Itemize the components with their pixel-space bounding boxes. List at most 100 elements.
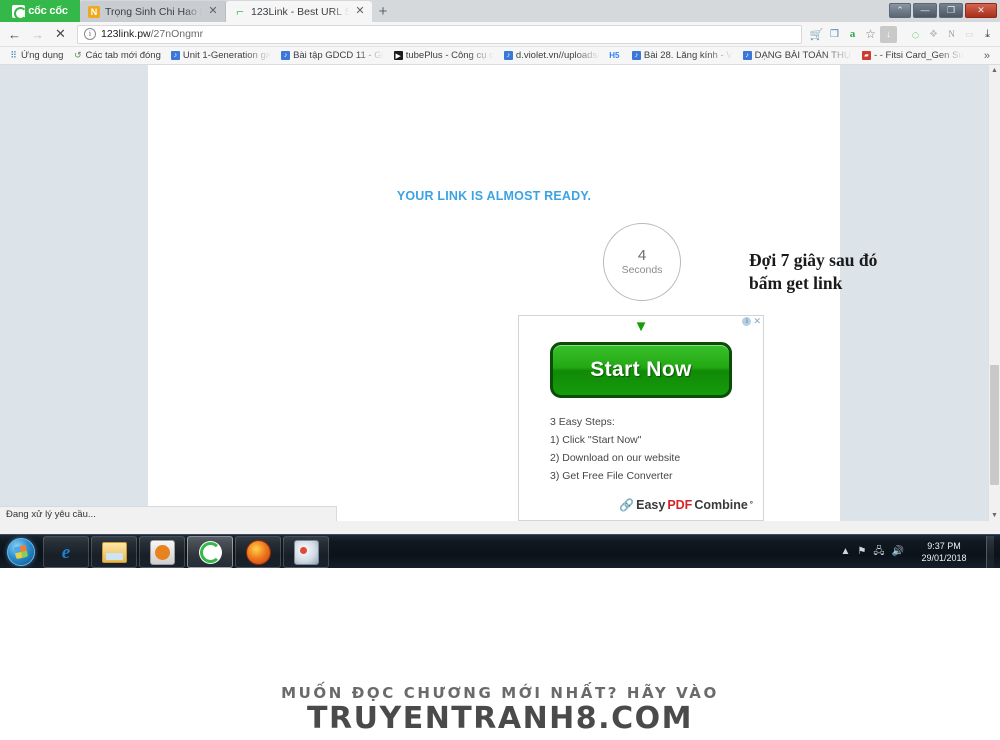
amazon-icon[interactable]: a (844, 26, 861, 43)
taskbar-file-explorer[interactable] (91, 536, 137, 568)
brand-part-1: Easy (636, 497, 666, 512)
puzzle-icon[interactable]: ❖ (925, 26, 942, 43)
stop-loading-icon[interactable]: ✕ (50, 24, 71, 45)
show-desktop-button[interactable] (986, 536, 994, 568)
apps-grid-icon: ⠿ (10, 50, 17, 60)
scroll-up-icon[interactable]: ▲ (989, 67, 1000, 74)
new-tab-button[interactable]: + (372, 1, 394, 22)
url-path: /27nOngmr (150, 28, 204, 40)
download-arrow-icon[interactable]: ↓ (880, 25, 897, 43)
vertical-scrollbar[interactable]: ▲ ▼ (988, 65, 1000, 521)
paint-icon (293, 539, 319, 565)
maximize-button[interactable]: ❐ (939, 2, 963, 18)
bookmark-label: - - Fitsi Card_Gen Su (873, 50, 964, 61)
brand-trademark: ° (749, 499, 753, 509)
tab-close-icon[interactable]: ✕ (207, 6, 219, 17)
taskbar-clock[interactable]: 9:37 PM 29/01/2018 (911, 540, 977, 564)
clock-time: 9:37 PM (927, 541, 961, 551)
tab-close-icon[interactable]: ✕ (354, 6, 366, 17)
brand-part-2: PDF (667, 497, 693, 512)
bookmark-dangbai[interactable]: ♪ DẠNG BÀI TOÁN THỰ (738, 50, 857, 61)
show-hidden-icons-icon[interactable]: ▲ (841, 547, 851, 557)
volume-icon[interactable]: 🔊 (892, 547, 904, 557)
annotation-text: Đợi 7 giây sau đó bấm get link (749, 249, 939, 295)
system-tray: ▲ ⚑ 🖧 🔊 9:37 PM 29/01/2018 (841, 536, 1000, 568)
taskbar-firefox[interactable] (235, 536, 281, 568)
bookmark-fitsi[interactable]: ▰ - - Fitsi Card_Gen Su (857, 50, 969, 61)
minimize-button[interactable]: — (913, 2, 937, 18)
address-bar[interactable]: i 123link.pw/27nOngmr (77, 24, 802, 44)
bookmark-gdcd[interactable]: ♪ Bài tập GDCD 11 - Gi (276, 50, 389, 61)
file-explorer-icon (101, 540, 127, 565)
browser-window: cốc cốc N Trọng Sinh Chi Hao Môn ✕ ⌐ 123… (0, 0, 1000, 540)
coccoc-mark-icon (12, 4, 28, 20)
bookmark-apps[interactable]: ⠿ Ứng dụng (4, 50, 68, 61)
toolbar-divider (898, 26, 906, 43)
start-now-label: Start Now (590, 358, 692, 381)
countdown-unit: Seconds (621, 263, 663, 276)
bookmark-label: d.violet.vn//uploads/ (515, 50, 600, 61)
bookmark-label: Bài tập GDCD 11 - Gi (293, 50, 384, 61)
navigation-toolbar: ← → ✕ i 123link.pw/27nOngmr 🛒 ❒ a ☆ ↓ ◌ … (0, 22, 1000, 47)
watermark-line-2: TRUYENTRANH8.COM (307, 701, 693, 736)
window-controls: ⌃ — ❐ ✕ (889, 0, 1000, 18)
shopping-cart-icon[interactable]: 🛒 (808, 26, 825, 43)
countdown-number: 4 (637, 246, 647, 264)
advertisement-block[interactable]: i ✕ ▼ Start Now 3 Easy Steps: 1) Click "… (518, 315, 764, 521)
ad-step: 3 Easy Steps: (550, 416, 615, 428)
bookmark-recent-tabs[interactable]: ↺ Các tab mới đóng (68, 50, 165, 61)
windows-taskbar: e ▲ ⚑ 🖧 🔊 9:37 PM 29/01/2018 (0, 534, 1000, 569)
scrollbar-thumb[interactable] (990, 365, 999, 485)
downloads-tray-icon[interactable]: ⤓ (979, 26, 996, 43)
scroll-down-icon[interactable]: ▼ (989, 512, 1000, 519)
faint-extension-icon[interactable]: ▭ (961, 26, 978, 43)
taskbar-paint[interactable] (283, 536, 329, 568)
page-viewport: YOUR LINK IS ALMOST READY. 4 Seconds Đợi… (0, 65, 1000, 521)
bookmark-label: DẠNG BÀI TOÁN THỰ (754, 50, 852, 61)
bookmark-hs[interactable]: H5 (605, 51, 627, 60)
bookmark-label: Ứng dụng (21, 50, 64, 61)
bookmark-unit1[interactable]: ♪ Unit 1-Generation ga (166, 50, 276, 61)
recent-tabs-icon: ↺ (74, 50, 82, 60)
tab-title: Trọng Sinh Chi Hao Môn (105, 5, 202, 18)
taskbar-media-player[interactable] (139, 536, 185, 568)
url-domain: link.pw (118, 28, 151, 40)
windows-flag-icon (13, 544, 29, 560)
bookmark-label: Các tab mới đóng (85, 50, 161, 61)
coccoc-circle-icon[interactable]: ◌ (907, 26, 924, 43)
bookmark-tubeplus[interactable]: ▶ tubePlus - Công cụ c (389, 50, 499, 61)
tab-strip: cốc cốc N Trọng Sinh Chi Hao Môn ✕ ⌐ 123… (0, 0, 1000, 22)
windows-orb-icon (7, 538, 35, 566)
copy-icon[interactable]: ❒ (826, 26, 843, 43)
annotation-line-2: bấm get link (749, 273, 843, 294)
address-bar-url: 123link.pw/27nOngmr (101, 28, 203, 40)
start-button[interactable] (0, 536, 42, 568)
bookmark-bai28[interactable]: ♪ Bài 28. Lăng kính - V (627, 50, 738, 61)
bookmark-star-icon[interactable]: ☆ (862, 26, 879, 43)
action-center-flag-icon[interactable]: ⚑ (857, 547, 866, 557)
bookmark-violet[interactable]: ♪ d.violet.vn//uploads/ (499, 50, 605, 61)
clock-date: 29/01/2018 (921, 553, 967, 563)
coccoc-logo: cốc cốc (0, 0, 80, 22)
down-caret-icon: ▼ (633, 318, 649, 335)
network-icon[interactable]: 🖧 (873, 547, 884, 557)
close-window-button[interactable]: ✕ (965, 2, 997, 18)
ad-step: 2) Download on our website (550, 452, 681, 464)
windows-media-player-icon (149, 539, 175, 565)
tab-trong-sinh[interactable]: N Trọng Sinh Chi Hao Môn ✕ (80, 1, 226, 22)
ad-step: 3) Get Free File Converter (550, 470, 673, 482)
screen: cốc cốc N Trọng Sinh Chi Hao Môn ✕ ⌐ 123… (0, 0, 1000, 740)
bookmark-label: Unit 1-Generation ga (182, 50, 272, 61)
tab-123link[interactable]: ⌐ 123Link - Best URL Shorte ✕ (226, 1, 372, 22)
note-icon[interactable]: N (943, 26, 960, 43)
page-info-icon[interactable]: i (84, 28, 96, 40)
bookmarks-overflow-button[interactable]: » (978, 50, 996, 62)
watermark-area: MUỐN ĐỌC CHƯƠNG MỚI NHẤT? HÃY VÀO TRUYEN… (0, 568, 1000, 740)
back-arrow-icon[interactable]: ← (4, 24, 25, 45)
taskbar-coccoc-browser[interactable] (187, 536, 233, 568)
pin-window-button[interactable]: ⌃ (889, 2, 911, 18)
easypdfcombine-logo: 🔗 Easy PDF Combine ° (619, 497, 753, 512)
taskbar-internet-explorer[interactable]: e (43, 536, 89, 568)
start-now-button[interactable]: Start Now (550, 342, 732, 398)
coccoc-browser-icon (198, 540, 223, 565)
